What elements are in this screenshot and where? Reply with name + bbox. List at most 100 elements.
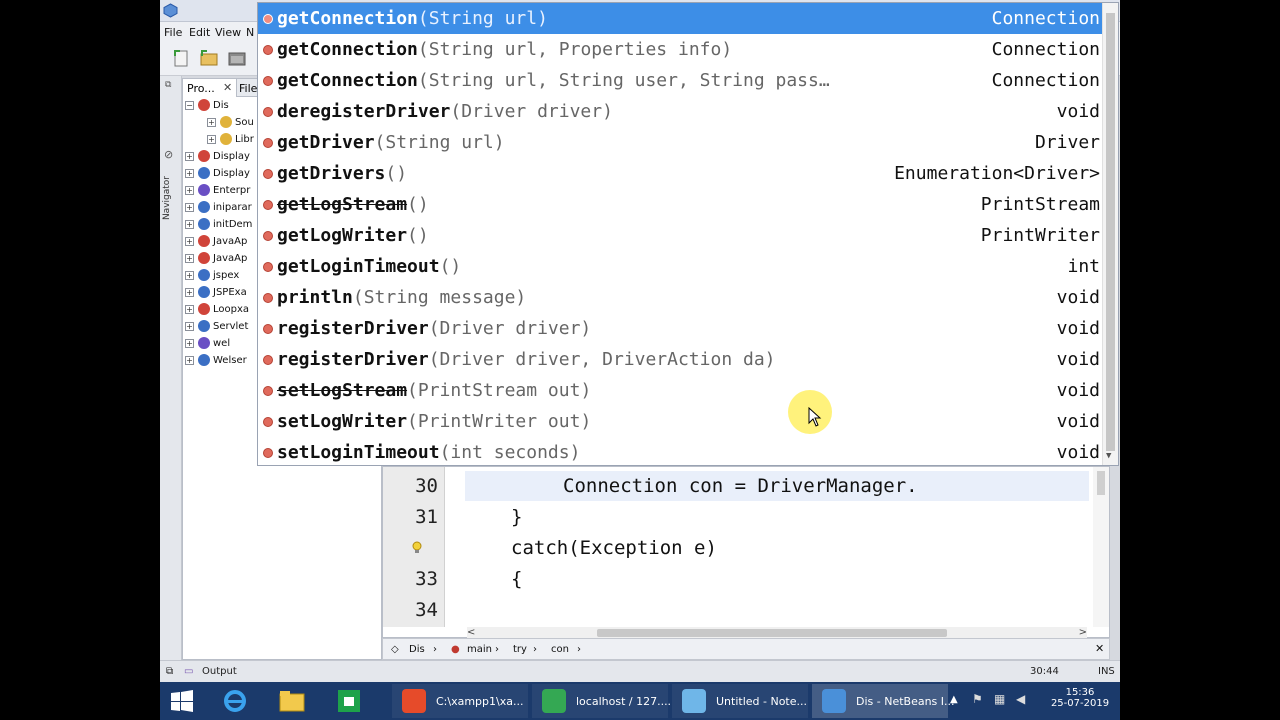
taskbar-item[interactable]: localhost / 127.... [532,684,671,718]
breadcrumb-block[interactable]: try [513,644,527,655]
tree-expander-icon[interactable]: + [185,253,194,263]
flag-icon[interactable]: ⚑ [972,692,983,706]
menu-file[interactable]: File [164,26,182,39]
tree-expander-icon[interactable]: + [185,151,194,161]
breadcrumb-var[interactable]: con [551,644,569,655]
code-line[interactable]: Connection con = DriverManager. [563,475,918,497]
tree-expander-icon[interactable]: + [185,304,194,314]
tree-expander-icon[interactable]: + [185,321,194,331]
store-icon[interactable] [336,688,362,714]
completion-item[interactable]: setLogWriter(PrintWriter out) void [258,406,1102,437]
completion-item[interactable]: getLoginTimeout() int [258,251,1102,282]
tree-expander-icon[interactable]: + [185,287,194,297]
taskbar-item[interactable]: Dis - NetBeans I... [812,684,955,718]
windows-start-icon[interactable] [170,690,194,712]
completion-item[interactable]: registerDriver(Driver driver, DriverActi… [258,344,1102,375]
tree-item[interactable]: + Libr [207,133,254,150]
completion-item[interactable]: getConnection(String url) Connection [258,3,1102,34]
new-file-icon[interactable] [170,47,192,69]
tree-expander-icon[interactable]: + [185,185,194,195]
menu-edit[interactable]: Edit [189,26,210,39]
tree-item[interactable]: + Welser [185,354,247,371]
completion-item[interactable]: getConnection(String url, Properties inf… [258,34,1102,65]
taskbar-item-label: C:\xampp1\xa... [436,695,524,708]
navigator-label[interactable]: Navigator [162,176,176,220]
file-explorer-icon[interactable] [278,688,306,714]
tree-expander-icon[interactable]: + [207,134,216,144]
tab-files[interactable]: File [239,82,257,95]
scroll-right-icon[interactable]: > [1079,627,1087,638]
tree-item[interactable]: + JavaAp [185,235,247,252]
warning-lightbulb-icon[interactable] [411,541,423,555]
tree-expander-icon[interactable]: − [185,100,194,110]
completion-item[interactable]: getConnection(String url, String user, S… [258,65,1102,96]
editor-vertical-scrollbar[interactable] [1093,467,1109,627]
tree-item[interactable]: + JSPExa [185,286,247,303]
close-icon[interactable]: ✕ [223,81,232,94]
tree-item[interactable]: + wel [185,337,230,354]
internet-explorer-icon[interactable] [222,688,248,714]
tree-item[interactable]: + Sou [207,116,254,133]
tree-item[interactable]: + Loopxa [185,303,249,320]
show-hidden-icons[interactable]: ▲ [950,694,958,705]
completion-item[interactable]: registerDriver(Driver driver) void [258,313,1102,344]
system-clock[interactable]: 15:36 25-07-2019 [1050,687,1110,709]
tree-expander-icon[interactable]: + [185,338,194,348]
tree-expander-icon[interactable]: + [185,270,194,280]
return-type: Connection [991,70,1100,91]
tree-item[interactable]: + Servlet [185,320,248,337]
tree-expander-icon[interactable]: + [185,355,194,365]
menu-navigate[interactable]: N [246,26,254,39]
scroll-down-icon[interactable]: ▼ [1106,451,1111,461]
tree-expander-icon[interactable]: + [185,202,194,212]
completion-item[interactable]: println(String message) void [258,282,1102,313]
completion-method-name: setLogStream(PrintStream out) [277,380,591,401]
static-method-icon [263,231,273,241]
return-type: Driver [1034,132,1100,153]
completion-item[interactable]: getLogStream() PrintStream [258,189,1102,220]
popup-scrollbar[interactable]: ▼ [1102,3,1118,465]
restore-icon[interactable]: ⧉ [165,80,171,90]
tree-expander-icon[interactable]: + [185,236,194,246]
tree-item[interactable]: + iniparar [185,201,252,218]
breadcrumb-method[interactable]: main [467,644,492,655]
output-tab-label[interactable]: Output [202,666,237,677]
open-project-icon[interactable] [226,47,248,69]
tree-item[interactable]: + jspex [185,269,239,286]
completion-item[interactable]: getDriver(String url) Driver [258,127,1102,158]
code-editor[interactable]: 30 31 33 34 Connection con = DriverManager.… [382,466,1110,639]
completion-item[interactable]: getDrivers() Enumeration<Driver> [258,158,1102,189]
status-bar: ⧉ ▭ Output 30:44 INS [160,660,1120,682]
menu-view[interactable]: View [215,26,241,39]
volume-icon[interactable]: ◀ [1016,692,1025,706]
restore-icon[interactable]: ⧉ [166,666,173,677]
code-line[interactable]: { [511,568,522,590]
network-icon[interactable]: ▦ [994,692,1005,706]
tree-item[interactable]: + initDem [185,218,252,235]
code-line[interactable]: catch(Exception e) [511,537,717,559]
completion-item[interactable]: deregisterDriver(Driver driver) void [258,96,1102,127]
project-icon [198,184,210,196]
tree-expander-icon[interactable]: + [207,117,216,127]
code-line[interactable]: } [511,506,522,528]
navigator-strip[interactable]: ⧉ Navigator ⊘ [160,76,182,660]
taskbar-item[interactable]: Untitled - Note... [672,684,808,718]
tree-item[interactable]: + Enterpr [185,184,250,201]
completion-item[interactable]: getLogWriter() PrintWriter [258,220,1102,251]
tree-item[interactable]: − Dis [185,99,229,116]
tree-item[interactable]: + JavaAp [185,252,247,269]
tree-item[interactable]: + Display [185,150,250,167]
tree-item[interactable]: + Display [185,167,250,184]
close-icon[interactable]: ✕ [1095,642,1104,655]
popup-scroll-thumb[interactable] [1106,13,1115,451]
editor-vscroll-thumb[interactable] [1097,471,1105,495]
new-project-icon[interactable] [198,47,220,69]
editor-hscroll-thumb[interactable] [597,629,947,637]
completion-item[interactable]: setLogStream(PrintStream out) void [258,375,1102,406]
breadcrumb-class[interactable]: Dis [409,644,425,655]
tree-expander-icon[interactable]: + [185,168,194,178]
scroll-left-icon[interactable]: < [467,627,475,638]
completion-item[interactable]: setLoginTimeout(int seconds) void [258,437,1102,468]
tree-expander-icon[interactable]: + [185,219,194,229]
taskbar-item[interactable]: C:\xampp1\xa... [392,684,528,718]
